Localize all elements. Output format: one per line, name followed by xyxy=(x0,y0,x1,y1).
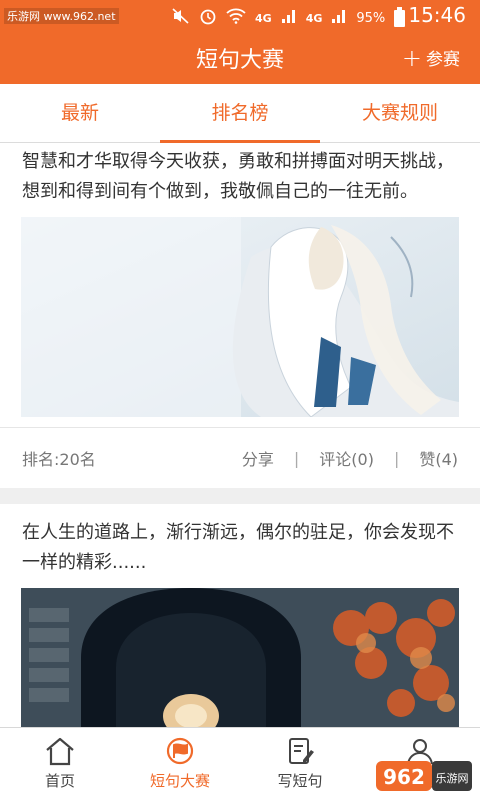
nav-home[interactable]: 首页 xyxy=(0,728,120,801)
post-card[interactable]: 智慧和才华取得今天收获，勇敢和拼搏面对明天挑战，想到和得到间有个做到，我敬佩自己… xyxy=(0,143,480,488)
watermark: 乐游网 www.962.net xyxy=(4,8,119,24)
tab-latest[interactable]: 最新 xyxy=(0,84,160,142)
post-image[interactable] xyxy=(21,217,459,417)
bottom-navigation: 首页 短句大赛 写短句 我的 962 乐游网 xyxy=(0,727,480,801)
status-icons: 4G 4G 95% xyxy=(172,6,406,29)
join-contest-label: 参赛 xyxy=(426,50,460,70)
brand-watermark-logo: 962 乐游网 xyxy=(376,761,472,791)
divider: | xyxy=(293,448,300,468)
tab-rules[interactable]: 大赛规则 xyxy=(320,84,480,142)
network-type-label: 4G xyxy=(255,11,272,25)
wifi-icon xyxy=(226,8,246,28)
post-rank: 排名:20名 xyxy=(22,450,96,469)
svg-text:乐游网: 乐游网 xyxy=(436,772,469,785)
post-card[interactable]: 在人生的道路上，渐行渐远，偶尔的驻足，你会发现不一样的精彩...... xyxy=(0,504,480,727)
write-note-icon xyxy=(289,738,314,764)
post-text: 智慧和才华取得今天收获，勇敢和拼搏面对明天挑战，想到和得到间有个做到，我敬佩自己… xyxy=(22,151,454,202)
like-button[interactable]: 赞(4) xyxy=(419,446,458,470)
nav-home-label: 首页 xyxy=(44,772,75,790)
home-icon xyxy=(46,737,74,766)
app-bar: 短句大赛 + 参赛 xyxy=(0,32,480,84)
plus-icon: + xyxy=(401,43,422,72)
contest-flag-icon xyxy=(166,737,194,765)
nav-contest[interactable]: 短句大赛 xyxy=(120,728,240,801)
status-bar: 乐游网 www.962.net 4G 4G 95% 15:46 xyxy=(0,0,480,32)
post-meta-bar: 排名:20名 分享 | 评论(0) | 赞(4) xyxy=(0,427,480,488)
tab-bar: 最新 排名榜 大赛规则 xyxy=(0,84,480,143)
nav-contest-label: 短句大赛 xyxy=(149,772,210,790)
signal-icon-2 xyxy=(331,8,347,28)
join-contest-button[interactable]: + 参赛 xyxy=(401,43,460,72)
comment-button[interactable]: 评论(0) xyxy=(319,446,374,470)
post-text: 在人生的道路上，渐行渐远，偶尔的驻足，你会发现不一样的精彩...... xyxy=(22,522,454,573)
battery-percent: 95% xyxy=(356,10,386,26)
divider: | xyxy=(393,448,400,468)
mute-icon xyxy=(172,8,190,28)
alarm-icon xyxy=(199,7,217,29)
network-type-label-2: 4G xyxy=(305,11,323,25)
nav-write[interactable]: 写短句 xyxy=(240,728,360,801)
tab-ranking[interactable]: 排名榜 xyxy=(160,84,320,143)
post-image[interactable] xyxy=(21,588,459,727)
share-button[interactable]: 分享 xyxy=(242,446,274,470)
clock: 15:46 xyxy=(408,3,466,27)
nav-write-label: 写短句 xyxy=(277,772,323,790)
post-feed[interactable]: 智慧和才华取得今天收获，勇敢和拼搏面对明天挑战，想到和得到间有个做到，我敬佩自己… xyxy=(0,143,480,727)
battery-icon xyxy=(394,6,406,27)
svg-text:962: 962 xyxy=(383,765,425,789)
signal-icon xyxy=(281,8,297,28)
